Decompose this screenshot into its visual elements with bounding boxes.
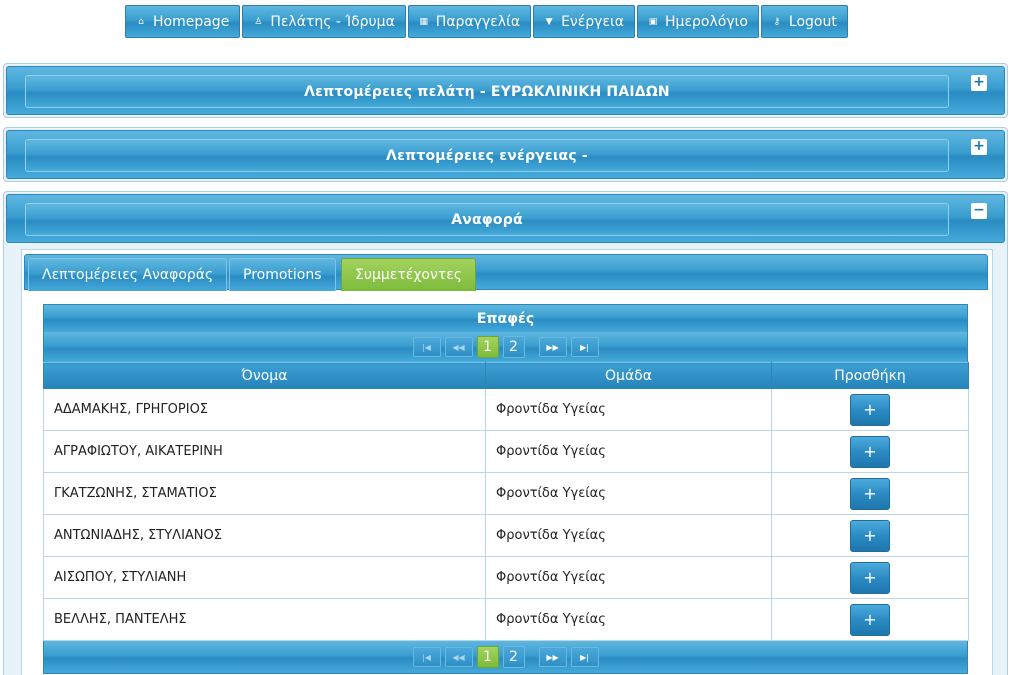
nav-calendar-button[interactable]: ▣ Ημερολόγιο [637,5,759,38]
page-number[interactable]: 1 [476,336,499,358]
tab-promotions[interactable]: Promotions [229,258,336,291]
customer-details-panel: Λεπτομέρειες πελάτη - ΕΥΡΩΚΛΙΝΙΚΗ ΠΑΙΔΩΝ… [3,63,1008,118]
nav-label: Ενέργεια [561,13,625,30]
add-contact-button[interactable]: + [850,519,890,552]
contact-name: ΑΓΡΑΦΙΩΤΟΥ, ΑΙΚΑΤΕΡΙΝΗ [43,430,486,473]
first-page-icon[interactable]: |◀ [412,647,441,667]
collapse-icon[interactable]: − [971,203,987,219]
contacts-table: Όνομα Ομάδα Προσθήκη ΑΔΑΜΑΚΗΣ, ΓΡΗΓΟΡΙΟΣ… [43,362,969,641]
page-number[interactable]: 1 [476,646,499,668]
report-header[interactable]: Αναφορά − [6,194,1005,243]
add-contact-button[interactable]: + [850,603,890,636]
column-header-add: Προσθήκη [771,362,969,389]
page-number[interactable]: 2 [502,336,525,358]
panel-title: Λεπτομέρειες ενέργειας - [25,139,949,172]
contact-name: ΒΕΛΛΗΣ, ΠΑΝΤΕΛΗΣ [43,598,486,641]
prev-page-icon[interactable]: ◀◀ [444,337,473,357]
nav-homepage-button[interactable]: ⌂ Homepage [125,5,241,38]
action-details-panel: Λεπτομέρειες ενέργειας - + [3,127,1008,182]
last-page-icon[interactable]: ▶| [570,337,599,357]
contact-group: Φροντίδα Υγείας [485,514,772,557]
tab-report-details[interactable]: Λεπτομέρειες Αναφοράς [28,258,228,291]
tab-participants[interactable]: Συμμετέχοντες [341,258,477,291]
add-contact-button[interactable]: + [850,435,890,468]
add-contact-button[interactable]: + [850,477,890,510]
add-contact-button[interactable]: + [850,561,890,594]
top-navigation: ⌂ Homepage ♙ Πελάτης - Ίδρυμα ▦ Παραγγελ… [125,5,848,38]
contact-name: ΑΝΤΩΝΙΑΔΗΣ, ΣΤΥΛΙΑΝΟΣ [43,514,486,557]
nav-logout-button[interactable]: ⚷ Logout [760,5,848,38]
last-page-icon[interactable]: ▶| [570,647,599,667]
add-contact-button[interactable]: + [850,393,890,426]
next-page-icon[interactable]: ▶▶ [538,647,567,667]
column-header-name[interactable]: Όνομα [43,362,486,389]
page-number[interactable]: 2 [502,646,525,668]
next-page-icon[interactable]: ▶▶ [538,337,567,357]
nav-label: Παραγγελία [435,13,521,30]
expand-icon[interactable]: + [971,139,987,155]
contact-group: Φροντίδα Υγείας [485,430,772,473]
contact-name: ΓΚΑΤΖΩΝΗΣ, ΣΤΑΜΑΤΙΟΣ [43,472,486,515]
prev-page-icon[interactable]: ◀◀ [444,647,473,667]
table-header-row: Όνομα Ομάδα Προσθήκη [43,362,969,389]
nav-label: Πελάτης - Ίδρυμα [270,13,395,30]
grid-icon: ▦ [419,16,429,27]
contact-group: Φροντίδα Υγείας [485,472,772,515]
table-row: ΓΚΑΤΖΩΝΗΣ, ΣΤΑΜΑΤΙΟΣ Φροντίδα Υγείας + [43,472,969,515]
contact-name: ΑΙΣΩΠΟΥ, ΣΤΥΛΙΑΝΗ [43,556,486,599]
grid-caption: Επαφές [43,304,968,332]
home-icon: ⌂ [138,16,144,27]
key-icon: ⚷ [773,16,781,27]
table-row: ΑΝΤΩΝΙΑΔΗΣ, ΣΤΥΛΙΑΝΟΣ Φροντίδα Υγείας + [43,514,969,557]
table-row: ΑΙΣΩΠΟΥ, ΣΤΥΛΙΑΝΗ Φροντίδα Υγείας + [43,556,969,599]
nav-customer-button[interactable]: ♙ Πελάτης - Ίδρυμα [242,5,406,38]
panel-title: Λεπτομέρειες πελάτη - ΕΥΡΩΚΛΙΝΙΚΗ ΠΑΙΔΩΝ [25,75,949,108]
nav-action-button[interactable]: ▼ Ενέργεια [533,5,636,38]
contact-name: ΑΔΑΜΑΚΗΣ, ΓΡΗΓΟΡΙΟΣ [43,388,486,431]
report-tabs: Λεπτομέρειες Αναφοράς Promotions Συμμετέ… [24,254,988,291]
caret-down-icon: ▼ [545,16,553,27]
contact-group: Φροντίδα Υγείας [485,598,772,641]
action-details-header[interactable]: Λεπτομέρειες ενέργειας - + [6,130,1005,179]
nav-order-button[interactable]: ▦ Παραγγελία [407,5,532,38]
bottom-pager: |◀ ◀◀ 1 2 ▶▶ ▶| [43,641,968,674]
customer-details-header[interactable]: Λεπτομέρειες πελάτη - ΕΥΡΩΚΛΙΝΙΚΗ ΠΑΙΔΩΝ… [6,66,1005,115]
calendar-icon: ▣ [648,16,658,27]
contact-group: Φροντίδα Υγείας [485,388,772,431]
contact-group: Φροντίδα Υγείας [485,556,772,599]
expand-icon[interactable]: + [971,75,987,91]
nav-label: Homepage [153,13,230,30]
contacts-grid: Επαφές |◀ ◀◀ 1 2 ▶▶ ▶| Όνομα Ομάδα Προσθ… [43,304,969,674]
top-pager: |◀ ◀◀ 1 2 ▶▶ ▶| [43,332,968,362]
first-page-icon[interactable]: |◀ [412,337,441,357]
panel-title: Αναφορά [25,203,949,236]
table-row: ΒΕΛΛΗΣ, ΠΑΝΤΕΛΗΣ Φροντίδα Υγείας + [43,598,969,641]
table-row: ΑΓΡΑΦΙΩΤΟΥ, ΑΙΚΑΤΕΡΙΝΗ Φροντίδα Υγείας + [43,430,969,473]
nav-label: Ημερολόγιο [665,13,748,30]
column-header-group[interactable]: Ομάδα [485,362,772,389]
table-row: ΑΔΑΜΑΚΗΣ, ΓΡΗΓΟΡΙΟΣ Φροντίδα Υγείας + [43,388,969,431]
user-icon: ♙ [254,16,263,27]
nav-label: Logout [788,13,837,30]
